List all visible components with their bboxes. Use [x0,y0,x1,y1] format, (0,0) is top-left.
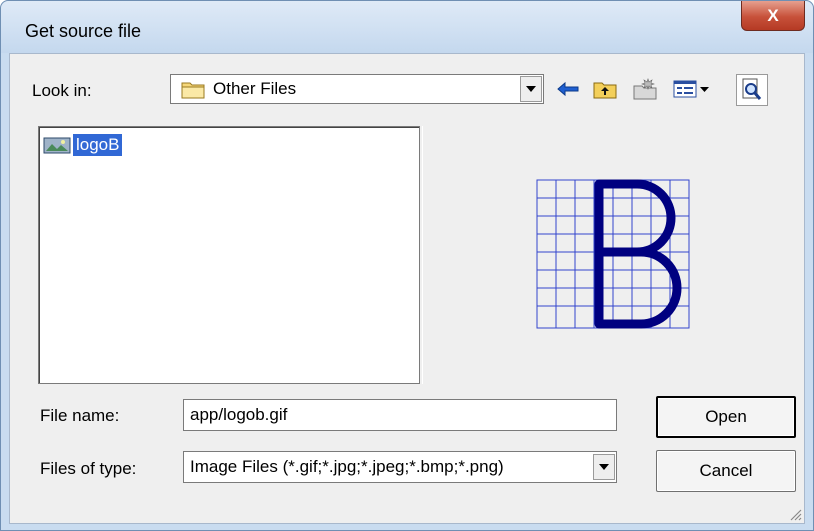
window-title: Get source file [25,21,142,41]
dialog-window: Get source file X Look in: Other Files l… [0,0,814,531]
list-item[interactable]: logoB [43,132,123,158]
file-name-label: logoB [73,134,123,156]
look-in-value: Other Files [213,79,297,98]
file-type-dropdown-arrow[interactable] [593,454,615,480]
new-folder-icon[interactable] [632,76,658,102]
back-icon[interactable] [555,76,581,102]
close-icon: X [767,5,779,25]
up-folder-icon[interactable] [592,76,618,102]
preview-image [536,179,690,329]
file-name-field[interactable]: app/logob.gif [183,399,617,431]
view-menu-icon[interactable] [672,76,712,102]
file-type-value: Image Files (*.gif;*.jpg;*.jpeg;*.bmp;*.… [190,457,504,476]
close-button[interactable]: X [741,1,805,31]
preview-toggle-icon[interactable] [736,74,768,106]
folder-icon [181,79,205,99]
file-name-label: File name: [40,406,120,425]
cancel-button[interactable]: Cancel [656,450,796,492]
image-file-icon [43,135,71,155]
file-list[interactable]: logoB [38,126,420,384]
file-type-dropdown[interactable]: Image Files (*.gif;*.jpg;*.jpeg;*.bmp;*.… [183,451,617,483]
title-bar[interactable]: Get source file X [1,1,813,53]
file-type-label: Files of type: [40,459,137,478]
chevron-down-icon [599,464,609,470]
look-in-dropdown[interactable]: Other Files [170,74,544,104]
dialog-body: Look in: Other Files logoB File name: ap… [9,53,805,524]
chevron-down-icon [526,86,536,92]
open-button[interactable]: Open [656,396,796,438]
preview-pane [422,126,804,384]
look-in-label: Look in: [32,81,92,100]
resize-grip-icon[interactable] [788,507,802,521]
look-in-dropdown-arrow[interactable] [520,76,542,102]
